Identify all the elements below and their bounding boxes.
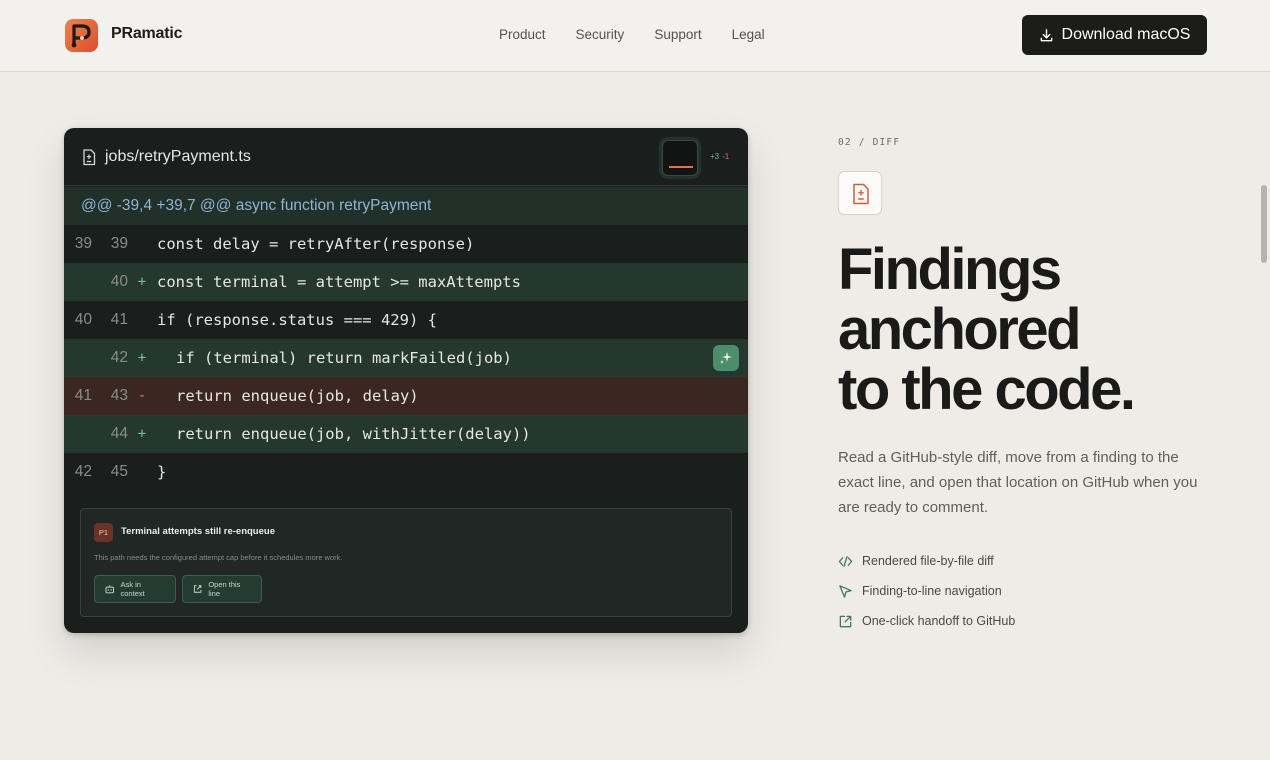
code-text: return enqueue(job, delay) [176, 387, 419, 405]
old-line-number: 39 [74, 235, 92, 252]
feature-label: Rendered file-by-file diff [862, 554, 994, 568]
code-brackets-icon [838, 555, 853, 567]
headline-line: anchored [838, 297, 1082, 362]
open-this-line-button[interactable]: Open this line [182, 575, 262, 603]
diff-panel: jobs/retryPayment.ts +3 -1 @@ -39,4 +39,7… [64, 128, 748, 633]
code-text: if (terminal) return markFailed(job) [176, 349, 512, 367]
external-link-icon [839, 615, 852, 627]
code-text: if (response.status === 429) { [157, 311, 437, 329]
bot-icon [105, 585, 115, 594]
brand-name[interactable]: PRamatic [111, 25, 183, 43]
file-name[interactable]: jobs/retryPayment.ts [105, 148, 251, 166]
finding-card: P1 Terminal attempts still re-enqueue Th… [80, 508, 732, 617]
section-eyebrow: 02 / DIFF [838, 137, 901, 148]
diff-file-header: jobs/retryPayment.ts +3 -1 [64, 128, 748, 186]
feature-list: Rendered file-by-file diff Finding-to-li… [838, 546, 1015, 636]
old-line-number: 41 [74, 387, 92, 404]
new-line-number: 45 [110, 463, 128, 480]
new-line-number: 41 [110, 311, 128, 328]
site-header: PRamatic Product Security Support Legal … [0, 0, 1270, 72]
section-headline: Findings anchored to the code. [838, 240, 1218, 420]
ask-label: Ask in context [120, 580, 145, 598]
code-text: const terminal = attempt >= maxAttempts [157, 273, 521, 291]
diff-line[interactable]: 41 43 - return enqueue(job, delay) [64, 377, 748, 415]
feature-item: Rendered file-by-file diff [838, 546, 1015, 576]
external-link-icon [193, 585, 202, 593]
feature-item: One-click handoff to GitHub [838, 606, 1015, 636]
old-line-number: 42 [74, 463, 92, 480]
old-line-number: 40 [74, 311, 92, 328]
diff-rows: 39 39 const delay = retryAfter(response)… [64, 225, 748, 491]
logo-icon[interactable] [65, 19, 98, 52]
feature-item: Finding-to-line navigation [838, 576, 1015, 606]
ask-in-context-button[interactable]: Ask in context [94, 575, 176, 603]
nav-security[interactable]: Security [576, 27, 625, 42]
diff-feature-badge [838, 171, 882, 215]
feature-label: One-click handoff to GitHub [862, 614, 1016, 628]
diff-stats: +3 -1 [710, 152, 729, 161]
sparkle-icon [720, 352, 732, 364]
diff-line[interactable]: 39 39 const delay = retryAfter(response) [64, 225, 748, 263]
code-text: } [157, 463, 167, 481]
new-line-number: 40 [110, 273, 128, 290]
diff-sign: + [137, 350, 147, 366]
finding-marker-button[interactable] [713, 345, 739, 371]
hunk-header: @@ -39,4 +39,7 @@ async function retryPa… [64, 187, 748, 225]
nav-support[interactable]: Support [654, 27, 701, 42]
deletions-count: -1 [722, 152, 730, 161]
diff-sign: + [137, 274, 147, 290]
diff-minimap[interactable] [662, 140, 698, 176]
file-diff-icon [83, 149, 96, 166]
nav-product[interactable]: Product [499, 27, 546, 42]
diff-line[interactable]: 42 45 } [64, 453, 748, 491]
additions-count: +3 [710, 152, 720, 161]
feature-label: Finding-to-line navigation [862, 584, 1002, 598]
diff-line[interactable]: 40 41 if (response.status === 429) { [64, 301, 748, 339]
headline-line: to the code. [838, 357, 1136, 422]
file-diff-icon [853, 183, 869, 205]
nav-legal[interactable]: Legal [732, 27, 765, 42]
priority-badge: P1 [94, 523, 113, 542]
download-label: Download macOS [1061, 26, 1191, 43]
page-scrollbar[interactable] [1261, 185, 1267, 263]
finding-description: This path needs the configured attempt c… [94, 553, 343, 562]
diff-line[interactable]: 44 + return enqueue(job, withJitter(dela… [64, 415, 748, 453]
diff-sign: - [137, 388, 147, 404]
new-line-number: 42 [110, 349, 128, 366]
new-line-number: 43 [110, 387, 128, 404]
download-macos-button[interactable]: Download macOS [1022, 15, 1207, 55]
code-text: return enqueue(job, withJitter(delay)) [176, 425, 531, 443]
finding-title: Terminal attempts still re-enqueue [121, 526, 275, 537]
new-line-number: 39 [110, 235, 128, 252]
new-line-number: 44 [110, 425, 128, 442]
open-label: Open this line [208, 580, 241, 598]
diff-line[interactable]: 40 + const terminal = attempt >= maxAtte… [64, 263, 748, 301]
diff-line[interactable]: 42 + if (terminal) return markFailed(job… [64, 339, 748, 377]
main-nav: Product Security Support Legal [499, 27, 765, 42]
diff-sign: + [137, 426, 147, 442]
section-description: Read a GitHub-style diff, move from a fi… [838, 449, 1198, 516]
code-text: const delay = retryAfter(response) [157, 235, 475, 253]
cursor-arrow-icon [839, 584, 852, 598]
download-icon [1040, 28, 1052, 41]
headline-line: Findings [838, 237, 1062, 302]
